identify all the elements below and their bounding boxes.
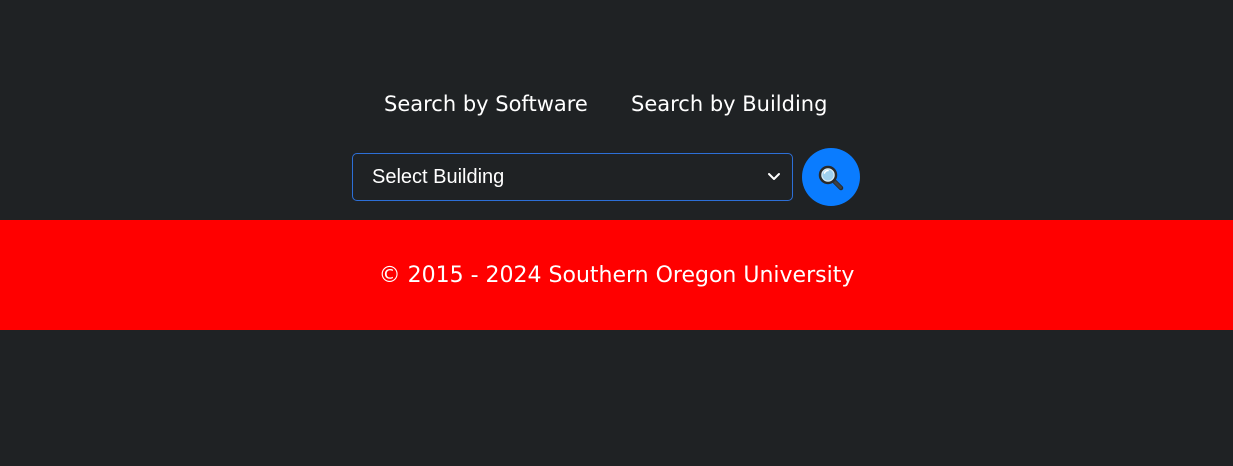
building-select[interactable]: Select Building bbox=[352, 153, 793, 201]
search-row: Select Building bbox=[0, 148, 1233, 206]
tab-search-by-building[interactable]: Search by Building bbox=[631, 84, 827, 124]
search-button[interactable] bbox=[802, 148, 860, 206]
search-mode-tabs: Search by Software Search by Building bbox=[0, 84, 1233, 124]
search-icon bbox=[818, 165, 844, 191]
building-select-value: Select Building bbox=[372, 166, 505, 188]
chevron-down-icon bbox=[768, 173, 780, 180]
site-footer: © 2015 - 2024 Southern Oregon University bbox=[0, 220, 1233, 330]
tab-search-by-software[interactable]: Search by Software bbox=[384, 84, 588, 124]
page: Search by Software Search by Building Se… bbox=[0, 0, 1233, 466]
copyright-text: © 2015 - 2024 Southern Oregon University bbox=[378, 263, 855, 288]
